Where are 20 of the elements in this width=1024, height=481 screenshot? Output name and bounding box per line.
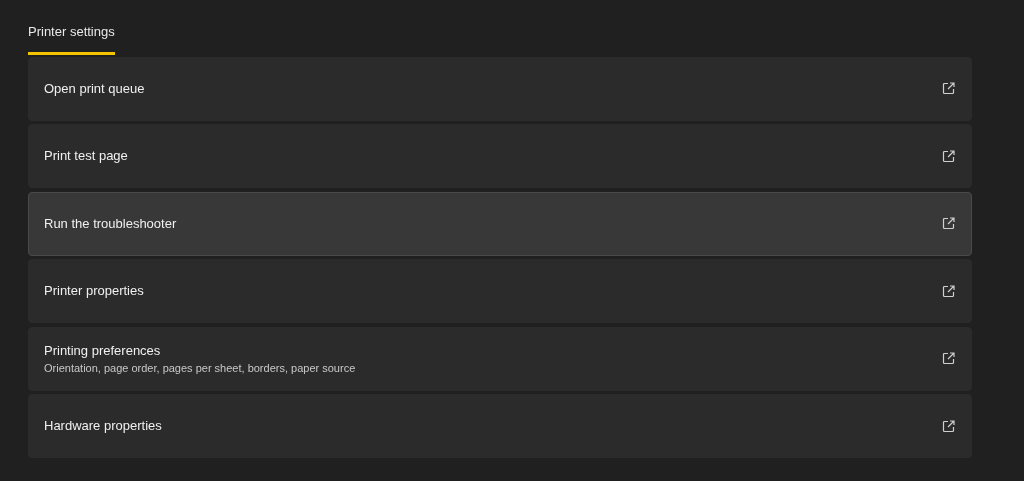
row-title: Print test page xyxy=(44,147,128,166)
row-title: Hardware properties xyxy=(44,417,162,436)
settings-row[interactable]: Printing preferences Orientation, page order, pages per sheet, borders, paper source xyxy=(28,326,972,391)
settings-row[interactable]: Printer properties xyxy=(28,259,972,323)
external-link-icon xyxy=(942,352,955,365)
row-title: Printing preferences xyxy=(44,341,162,360)
row-subtitle: Orientation, page order, pages per sheet, borders, paper source xyxy=(44,361,356,376)
settings-row[interactable]: Hardware properties xyxy=(28,394,972,458)
row-title: Run the troubleshooter xyxy=(44,214,177,233)
row-title: Printer properties xyxy=(44,282,144,301)
settings-row[interactable]: Open print queue xyxy=(28,56,972,121)
external-link-icon xyxy=(942,284,955,298)
tab[interactable]: Printer settings xyxy=(28,22,115,55)
settings-row[interactable]: Print test page xyxy=(28,124,972,188)
external-link-icon xyxy=(942,419,955,433)
row-title: Open print queue xyxy=(44,79,145,98)
external-link-icon xyxy=(942,217,955,230)
external-link-icon xyxy=(942,82,955,95)
settings-row[interactable]: Run the troubleshooter xyxy=(28,191,972,256)
external-link-icon xyxy=(942,149,955,163)
